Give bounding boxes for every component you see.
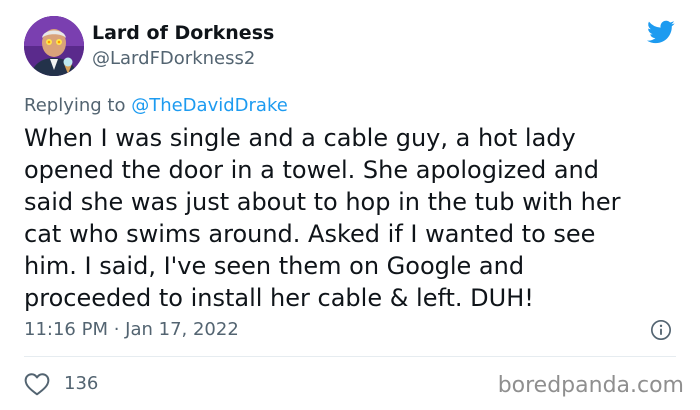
avatar-icon: [24, 16, 84, 76]
heart-icon: [24, 373, 50, 396]
author-handle[interactable]: @LardFDorkness2: [92, 47, 255, 71]
watermark: boredpanda.com: [497, 373, 684, 398]
tweet-body-line: When I was single and a cable guy, a hot…: [24, 124, 576, 152]
tweet-body-line: opened the door in a towel. She apologiz…: [24, 156, 599, 184]
author-avatar[interactable]: [24, 16, 84, 76]
reply-mention-link[interactable]: @TheDavidDrake: [131, 95, 288, 116]
author-display-name[interactable]: Lard of Dorkness: [92, 21, 274, 45]
divider: [24, 356, 676, 357]
tweet-body: When I was single and a cable guy, a hot…: [24, 122, 684, 314]
tweet-body-line: proceeded to install her cable & left. D…: [24, 284, 534, 312]
tweet-body-line: cat who swims around. Asked if I wanted …: [24, 220, 596, 248]
like-button[interactable]: 136: [24, 370, 98, 398]
tweet-body-line: him. I said, I've seen them on Google an…: [24, 252, 525, 280]
tweet-card: Lard of Dorkness @LardFDorkness2 Replyin…: [0, 0, 700, 410]
reply-prefix: Replying to: [24, 95, 132, 116]
tweet-timestamp[interactable]: 11:16 PM · Jan 17, 2022: [24, 318, 239, 342]
tweet-body-line: said she was just about to hop in the tu…: [24, 188, 621, 216]
info-icon[interactable]: [650, 319, 672, 341]
reply-context: Replying to @TheDavidDrake: [24, 94, 288, 118]
twitter-bird-icon[interactable]: [645, 18, 677, 46]
like-count: 136: [64, 373, 99, 394]
